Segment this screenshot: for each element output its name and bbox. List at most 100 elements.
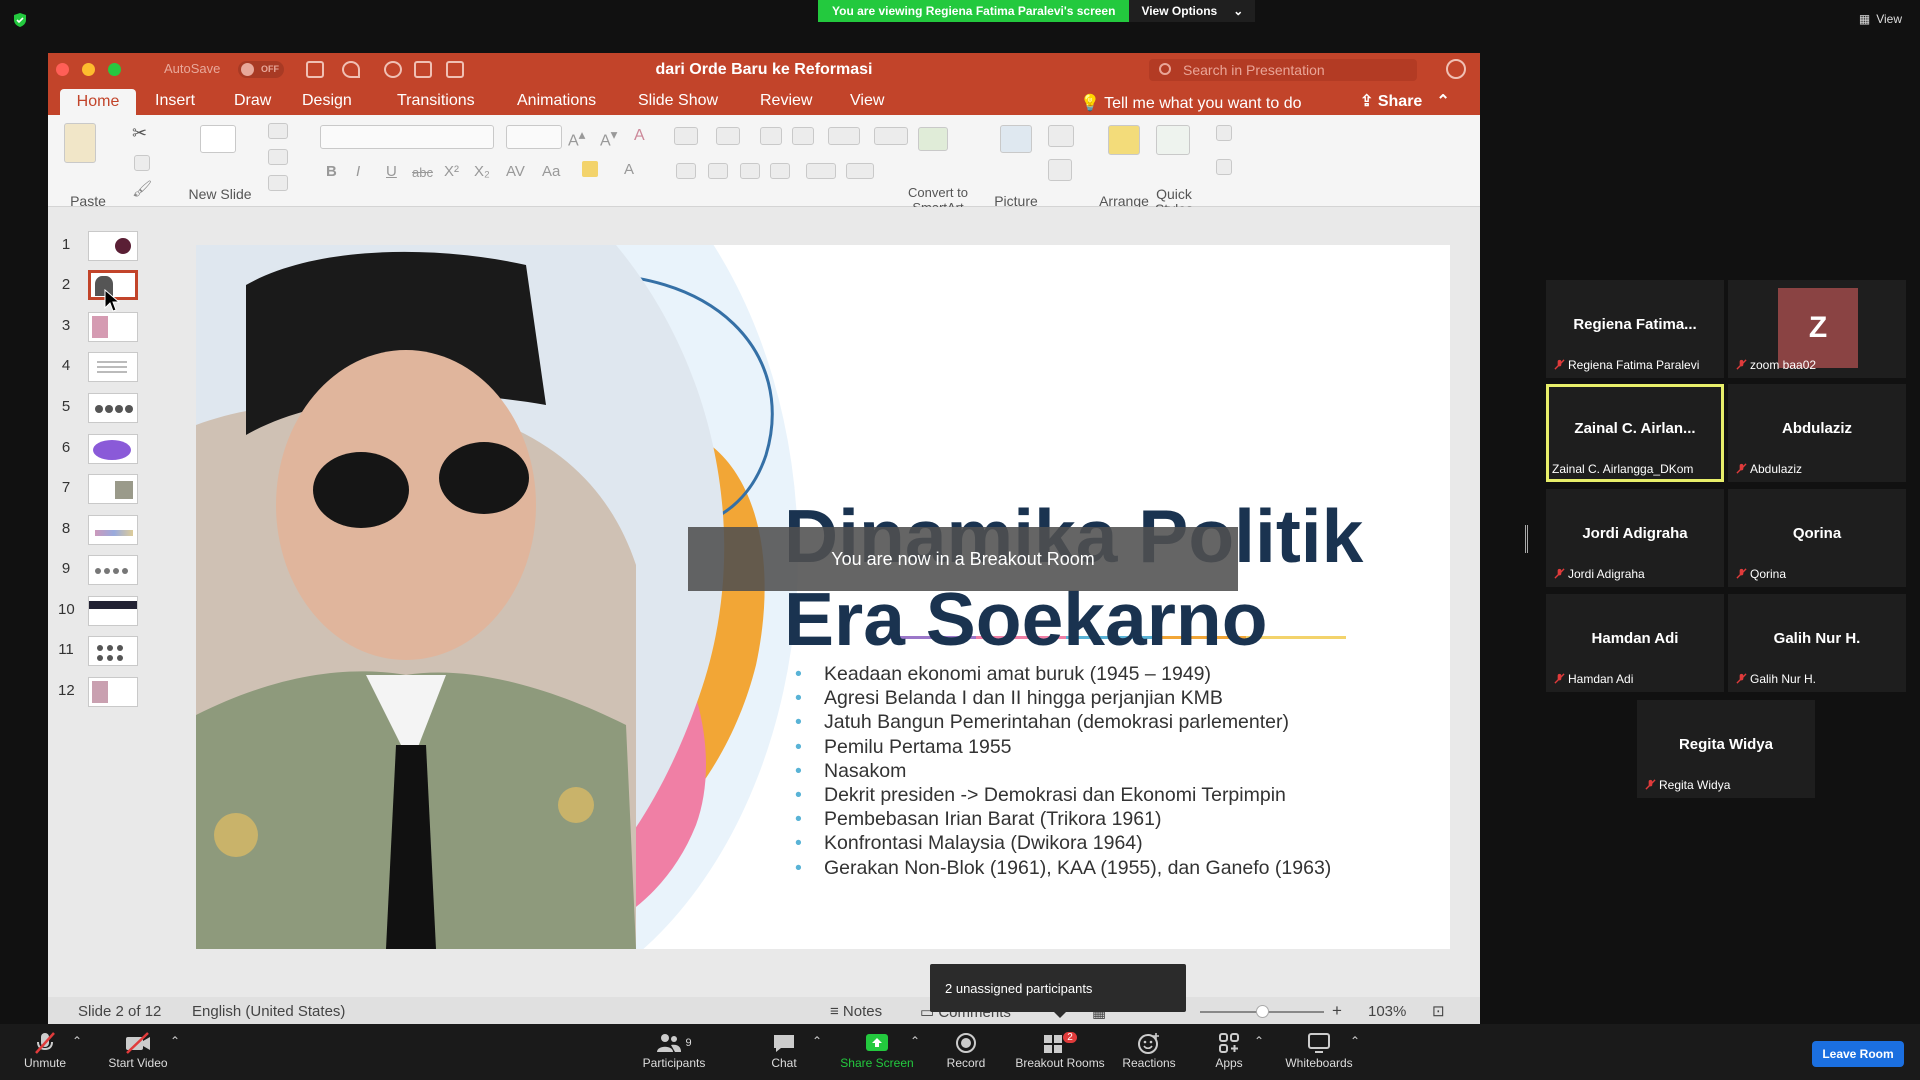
quick-styles-icon[interactable] — [1156, 125, 1190, 155]
underline-icon[interactable]: U — [386, 163, 397, 180]
zoom-slider-thumb[interactable] — [1256, 1005, 1269, 1018]
picture-icon[interactable] — [1000, 125, 1032, 153]
share-button[interactable]: ⇪ Share ⌃ — [1360, 91, 1450, 111]
notes-button[interactable]: ≡ Notes — [830, 1003, 882, 1020]
video-options-caret-icon[interactable]: ⌃ — [170, 1034, 180, 1048]
tab-insert[interactable]: Insert — [155, 92, 195, 110]
new-slide-icon[interactable] — [200, 125, 236, 153]
columns-icon[interactable] — [874, 127, 908, 145]
participant-tile[interactable]: Regita Widya Regita Widya — [1637, 700, 1815, 798]
arrange-icon[interactable] — [1108, 125, 1140, 155]
shapes-icon[interactable] — [1048, 125, 1074, 147]
zoom-in-icon[interactable]: + — [1332, 1001, 1342, 1021]
slide-thumbnail-5[interactable] — [88, 393, 138, 423]
decrease-font-icon[interactable]: A▾ — [600, 127, 617, 150]
shape-outline-icon[interactable] — [1216, 159, 1232, 175]
increase-indent-icon[interactable] — [792, 127, 814, 145]
participant-tile[interactable]: Abdulaziz Abdulaziz — [1728, 384, 1906, 482]
zoom-level[interactable]: 103% — [1368, 1003, 1406, 1020]
search-input[interactable]: Search in Presentation — [1149, 59, 1417, 81]
participants-button[interactable]: 9 Participants — [624, 1030, 724, 1070]
align-text-icon[interactable] — [846, 163, 874, 179]
slide-thumbnail-8[interactable] — [88, 515, 138, 545]
tab-slide-show[interactable]: Slide Show — [638, 92, 718, 110]
collapse-ribbon-icon[interactable]: ⌃ — [1436, 93, 1449, 110]
slide-thumbnail-6[interactable] — [88, 434, 138, 464]
strikethrough-icon[interactable]: abc — [412, 165, 433, 180]
tab-design[interactable]: Design — [302, 92, 352, 110]
paste-icon[interactable] — [64, 123, 96, 163]
slide-thumbnail-10[interactable] — [88, 596, 138, 626]
slide-thumbnail-11[interactable] — [88, 636, 138, 666]
slide-thumbnail-7[interactable] — [88, 474, 138, 504]
bold-icon[interactable]: B — [326, 163, 337, 180]
slide-thumbnail-1[interactable] — [88, 231, 138, 261]
align-center-icon[interactable] — [708, 163, 728, 179]
numbering-icon[interactable] — [716, 127, 740, 145]
font-name-select[interactable] — [320, 125, 494, 149]
smartart-icon[interactable] — [918, 127, 948, 151]
apps-options-caret-icon[interactable]: ⌃ — [1254, 1034, 1264, 1048]
change-case-icon[interactable]: Aa — [542, 163, 560, 180]
font-color-icon[interactable]: A — [624, 161, 634, 178]
align-right-icon[interactable] — [740, 163, 760, 179]
view-button[interactable]: ▦ View — [1859, 12, 1902, 26]
format-painter-icon[interactable]: 🖌 — [132, 179, 152, 199]
superscript-icon[interactable]: X² — [444, 163, 459, 180]
increase-font-icon[interactable]: A▴ — [568, 127, 585, 150]
chat-options-caret-icon[interactable]: ⌃ — [812, 1034, 822, 1048]
highlight-icon[interactable] — [582, 161, 598, 177]
line-spacing-icon[interactable] — [828, 127, 860, 145]
participant-tile[interactable]: Qorina Qorina — [1728, 489, 1906, 587]
participant-name-label: Regiena Fatima Paralevi — [1568, 358, 1700, 372]
slide-bullet-list[interactable]: Keadaan ekonomi amat buruk (1945 – 1949)… — [795, 662, 1331, 880]
text-box-icon[interactable] — [1048, 159, 1072, 181]
audio-options-caret-icon[interactable]: ⌃ — [72, 1034, 82, 1048]
bullets-icon[interactable] — [674, 127, 698, 145]
muted-mic-icon — [1554, 359, 1565, 370]
font-size-select[interactable] — [506, 125, 562, 149]
participant-tile[interactable]: Galih Nur H. Galih Nur H. — [1728, 594, 1906, 692]
participant-tile[interactable]: Regiena Fatima... Regiena Fatima Paralev… — [1546, 280, 1724, 378]
participant-tile[interactable]: Jordi Adigraha Jordi Adigraha — [1546, 489, 1724, 587]
participant-name-label: zoom baa02 — [1750, 358, 1817, 372]
align-left-icon[interactable] — [676, 163, 696, 179]
slide-thumbnail-4[interactable] — [88, 352, 138, 382]
section-icon[interactable] — [268, 175, 288, 191]
copy-icon[interactable] — [134, 155, 150, 171]
char-spacing-icon[interactable]: AV — [506, 163, 525, 180]
decrease-indent-icon[interactable] — [760, 127, 782, 145]
participant-tile[interactable]: Z zoom baa02 — [1728, 280, 1906, 378]
language-indicator[interactable]: English (United States) — [192, 1003, 345, 1020]
text-direction-icon[interactable] — [806, 163, 836, 179]
slide-thumbnail-9[interactable] — [88, 555, 138, 585]
whiteboards-options-caret-icon[interactable]: ⌃ — [1350, 1034, 1360, 1048]
clear-format-icon[interactable]: A — [634, 127, 645, 145]
tab-review[interactable]: Review — [760, 92, 812, 110]
shape-fill-icon[interactable] — [1216, 125, 1232, 141]
gallery-resize-handle[interactable] — [1525, 525, 1528, 553]
slide-thumbnail-12[interactable] — [88, 677, 138, 707]
tab-view[interactable]: View — [850, 92, 884, 110]
tell-me-search[interactable]: 💡 Tell me what you want to do — [1080, 93, 1302, 113]
shield-icon[interactable] — [12, 12, 28, 28]
fit-slide-icon[interactable]: ⊡ — [1432, 1002, 1445, 1020]
participant-tile[interactable]: Hamdan Adi Hamdan Adi — [1546, 594, 1724, 692]
leave-room-button[interactable]: Leave Room — [1812, 1041, 1904, 1067]
view-options-button[interactable]: View Options ⌄ — [1129, 0, 1256, 22]
cut-icon[interactable]: ✂ — [132, 123, 147, 144]
feedback-smiley-icon[interactable] — [1446, 59, 1466, 79]
record-button[interactable]: Record — [916, 1030, 1016, 1070]
reset-icon[interactable] — [268, 149, 288, 165]
italic-icon[interactable]: I — [356, 163, 360, 180]
subscript-icon[interactable]: X₂ — [474, 163, 490, 180]
slide-counter: Slide 2 of 12 — [78, 1003, 162, 1020]
tab-animations[interactable]: Animations — [517, 92, 596, 110]
tab-home[interactable]: Home — [60, 89, 136, 115]
participant-tile-active-speaker[interactable]: Zainal C. Airlan... Zainal C. Airlangga_… — [1546, 384, 1724, 482]
justify-icon[interactable] — [770, 163, 790, 179]
tab-draw[interactable]: Draw — [234, 92, 271, 110]
layout-icon[interactable] — [268, 123, 288, 139]
breakout-rooms-button[interactable]: 2 Breakout Rooms — [1008, 1030, 1112, 1070]
tab-transitions[interactable]: Transitions — [397, 92, 475, 110]
